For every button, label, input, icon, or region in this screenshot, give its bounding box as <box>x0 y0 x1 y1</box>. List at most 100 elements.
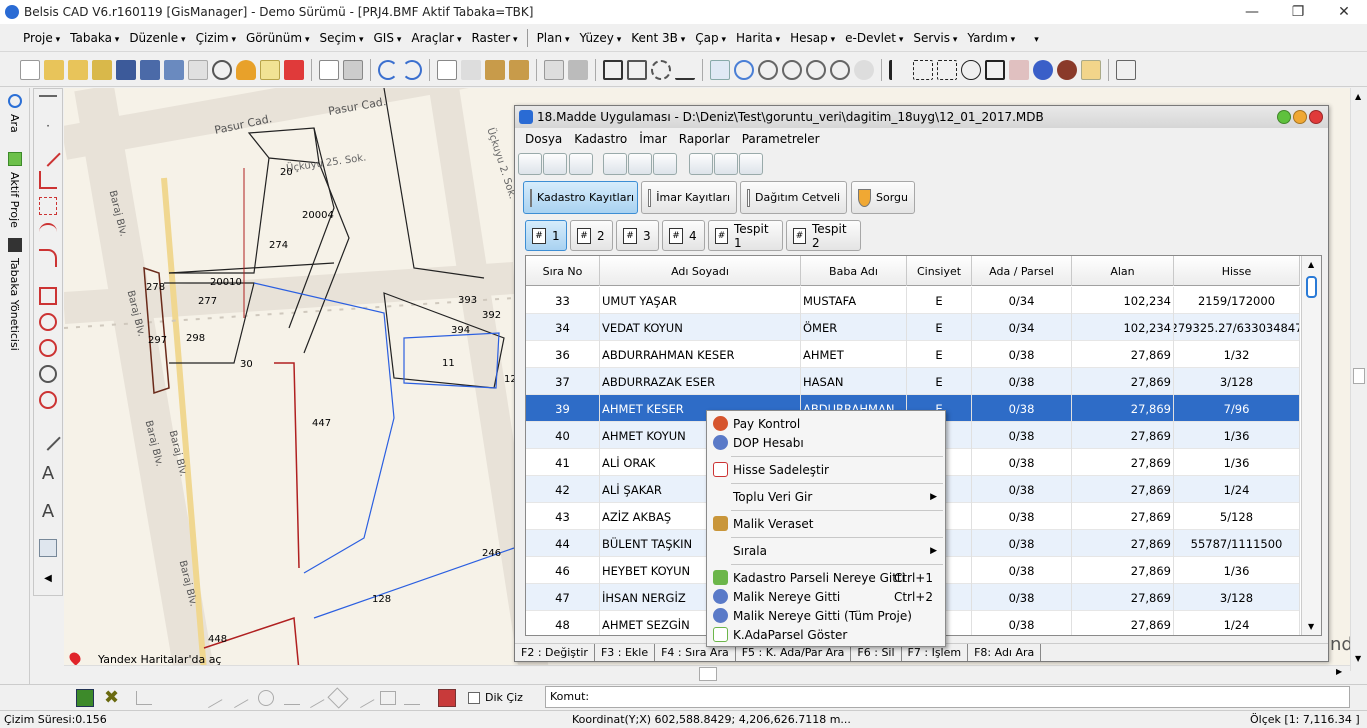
tab-kadastro-kayitlari[interactable]: Kadastro Kayıtları <box>523 181 638 214</box>
copy-icon[interactable] <box>437 59 457 80</box>
menu-gorunum[interactable]: Görünüm <box>241 31 314 45</box>
snap-arc-icon[interactable] <box>404 691 420 705</box>
dialog-close-icon[interactable] <box>1309 110 1323 124</box>
print-preview-icon[interactable] <box>319 59 339 80</box>
multiline-text-icon[interactable]: A <box>39 503 57 521</box>
menu-kada-parsel-goster[interactable]: K.AdaParsel Göster <box>707 625 945 644</box>
rotate-icon[interactable] <box>651 59 671 80</box>
dialog-menu-dosya[interactable]: Dosya <box>519 132 568 146</box>
open-folder-icon[interactable] <box>44 59 64 80</box>
layer-yellow-icon[interactable] <box>260 59 280 80</box>
select-layer-icon[interactable] <box>985 59 1005 80</box>
table-row[interactable]: 34VEDAT KOYUNÖMERE0/34102,2346279325.27/… <box>526 314 1300 341</box>
layer-info-icon[interactable] <box>1081 59 1101 80</box>
folder-add-icon[interactable] <box>92 59 112 80</box>
search-tab[interactable]: Ara <box>8 114 21 133</box>
close-icon[interactable]: ✕ <box>1321 0 1367 24</box>
snap-endpoint-icon[interactable] <box>136 691 152 705</box>
undo-icon[interactable] <box>378 59 398 80</box>
select-window-icon[interactable] <box>913 59 933 80</box>
target-icon[interactable] <box>212 59 232 80</box>
eraser-icon[interactable] <box>544 59 564 80</box>
zoom-window-icon[interactable] <box>806 59 826 80</box>
search-settings-icon[interactable] <box>739 153 763 175</box>
new-file-icon[interactable] <box>20 59 40 80</box>
subtab-1[interactable]: # 1 <box>525 220 567 251</box>
find-binoculars-icon[interactable] <box>1057 59 1077 80</box>
import-icon[interactable] <box>603 153 627 175</box>
col-alan[interactable]: Alan <box>1072 256 1174 286</box>
menubar-overflow-icon[interactable] <box>1020 31 1044 45</box>
panel-collapse-icon[interactable]: ◀ <box>39 573 57 591</box>
grid-scroll-down-icon[interactable]: ▼ <box>1308 622 1314 631</box>
move-copy-icon[interactable] <box>627 59 647 80</box>
subtab-4[interactable]: # 4 <box>662 220 705 251</box>
arc-icon[interactable] <box>39 249 57 267</box>
grid-scroll-thumb[interactable] <box>1306 276 1317 298</box>
refresh-icon[interactable] <box>710 59 730 80</box>
menu-kent3b[interactable]: Kent 3B <box>626 31 690 45</box>
dialog-menu-imar[interactable]: İmar <box>633 132 673 146</box>
circle-center-icon[interactable] <box>39 365 57 383</box>
text-icon[interactable]: A <box>39 465 57 483</box>
menu-secim[interactable]: Seçim <box>314 31 368 45</box>
menu-pay-kontrol[interactable]: Pay Kontrol <box>707 414 945 433</box>
menu-duzenle[interactable]: Düzenle <box>124 31 190 45</box>
command-input[interactable]: Komut: <box>545 686 1350 708</box>
zoom-in-icon[interactable] <box>758 59 778 80</box>
menu-gis[interactable]: GIS <box>369 31 407 45</box>
save-icon[interactable] <box>116 59 136 80</box>
col-cinsiyet[interactable]: Cinsiyet <box>907 256 972 286</box>
snap-tangent-icon[interactable] <box>303 687 325 709</box>
circle-icon[interactable] <box>39 313 57 331</box>
print-icon[interactable] <box>343 59 363 80</box>
dialog-minimize-icon[interactable] <box>1277 110 1291 124</box>
col-sira-no[interactable]: Sıra No <box>526 256 600 286</box>
snap-midpoint-icon[interactable] <box>201 687 223 709</box>
scroll-down-icon[interactable]: ▼ <box>1355 654 1361 663</box>
dimension-icon[interactable] <box>35 425 61 451</box>
map-horizontal-scrollbar[interactable]: ▶ <box>64 665 1350 683</box>
save-as-icon[interactable] <box>140 59 160 80</box>
map-vertical-scrollbar[interactable]: ▲ ▼ <box>1350 88 1367 671</box>
paste-icon[interactable] <box>485 59 505 80</box>
select-pointer-icon[interactable] <box>889 59 909 80</box>
spline-icon[interactable] <box>39 197 57 215</box>
export-icon[interactable] <box>164 59 184 80</box>
export-list-icon[interactable] <box>653 153 677 175</box>
trim-icon[interactable] <box>675 60 695 80</box>
snap-intersection-icon[interactable] <box>227 687 249 709</box>
line-icon[interactable] <box>35 141 61 167</box>
pan-hand-icon[interactable] <box>854 59 874 80</box>
cut-icon[interactable] <box>461 59 481 80</box>
layers-icon[interactable] <box>8 238 22 252</box>
menu-kadastro-parseli-nereye-gitti[interactable]: Kadastro Parseli Nereye Gitti Ctrl+1 <box>707 568 945 587</box>
layer-manager-tab[interactable]: Tabaka Yöneticisi <box>8 258 21 351</box>
menu-cizim[interactable]: Çizim <box>191 31 241 45</box>
menu-hisse-sadelestir[interactable]: Hisse Sadeleştir <box>707 460 945 479</box>
subtab-2[interactable]: # 2 <box>570 220 613 251</box>
snap-nearest-icon[interactable] <box>353 687 375 709</box>
menu-plan[interactable]: Plan <box>532 31 575 45</box>
menu-toplu-veri-gir[interactable]: Toplu Veri Gir ▶ <box>707 487 945 506</box>
dik-ciz-checkbox[interactable] <box>468 692 480 704</box>
open-folder-2-icon[interactable] <box>68 59 88 80</box>
paste-special-icon[interactable] <box>509 59 529 80</box>
menu-cap[interactable]: Çap <box>690 31 731 45</box>
search-network-icon[interactable] <box>714 153 738 175</box>
chart-report-icon[interactable] <box>628 153 652 175</box>
project-check-icon[interactable] <box>8 152 22 166</box>
hscroll-thumb[interactable] <box>699 667 717 681</box>
select-cross-icon[interactable] <box>937 59 957 80</box>
minimize-icon[interactable]: — <box>1229 0 1275 24</box>
point-icon[interactable]: · <box>39 119 57 137</box>
menu-yardim[interactable]: Yardım <box>962 31 1020 45</box>
snap-off-icon[interactable]: ✖ <box>104 687 119 708</box>
circle-2p-icon[interactable] <box>39 339 57 357</box>
dialog-maximize-icon[interactable] <box>1293 110 1307 124</box>
subtab-3[interactable]: # 3 <box>616 220 659 251</box>
ellipse-icon[interactable] <box>39 391 57 409</box>
scroll-thumb[interactable] <box>1353 368 1365 384</box>
dialog-menu-raporlar[interactable]: Raporlar <box>673 132 736 146</box>
image-insert-icon[interactable] <box>39 539 57 557</box>
